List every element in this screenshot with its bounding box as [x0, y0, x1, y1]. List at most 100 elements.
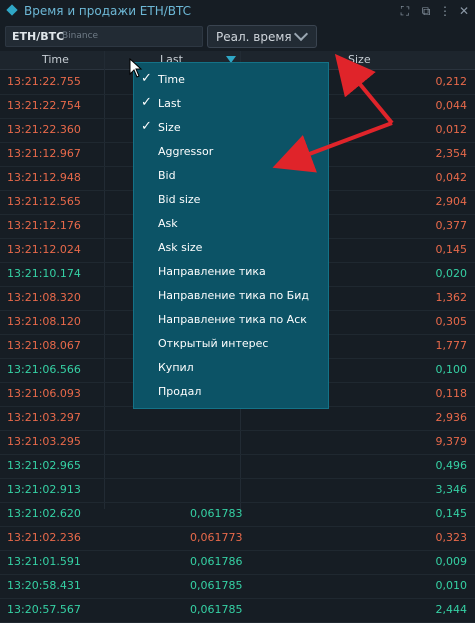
menu-item-label: Купил	[158, 361, 194, 374]
menu-item[interactable]: Купил	[134, 356, 328, 380]
menu-item-label: Продал	[158, 385, 202, 398]
cell-size: 0,145	[435, 243, 468, 256]
cell-size: 9,379	[435, 435, 468, 448]
cell-size: 0,012	[435, 123, 468, 136]
cell-time: 13:21:02.236	[7, 531, 81, 544]
menu-item[interactable]: Направление тика по Бид	[134, 284, 328, 308]
menu-item[interactable]: Bid	[134, 164, 328, 188]
menu-item-label: Aggressor	[158, 145, 214, 158]
chevron-down-icon	[293, 26, 309, 42]
menu-item-label: Size	[158, 121, 181, 134]
column-header-size[interactable]: Size	[348, 53, 371, 66]
cell-time: 13:21:02.913	[7, 483, 81, 496]
close-icon[interactable]: ✕	[456, 3, 472, 19]
cell-size: 2,904	[435, 195, 468, 208]
symbol-label: ETH/BTC	[12, 30, 65, 43]
table-row[interactable]: 13:21:02.620 0,061783 0,145	[0, 502, 475, 527]
menu-item-label: Открытый интерес	[158, 337, 269, 350]
cell-size: 0,044	[435, 99, 468, 112]
menu-item-label: Time	[158, 73, 185, 86]
cell-size: 0,323	[435, 531, 468, 544]
menu-item[interactable]: Направление тика по Аск	[134, 308, 328, 332]
menu-item[interactable]: ✓ Size	[134, 116, 328, 140]
mouse-cursor-icon	[129, 58, 143, 78]
cell-last: 0,061786	[190, 555, 243, 568]
table-row[interactable]: 13:21:02.913 3,346	[0, 478, 475, 503]
cell-time: 13:21:12.948	[7, 171, 81, 184]
cell-size: 3,346	[435, 483, 468, 496]
cell-size: 0,496	[435, 459, 468, 472]
table-row[interactable]: 13:21:02.965 0,496	[0, 454, 475, 479]
table-row[interactable]: 13:21:02.236 0,061773 0,323	[0, 526, 475, 551]
cell-size: 1,777	[435, 339, 468, 352]
cell-time: 13:21:01.591	[7, 555, 81, 568]
title-bar: Время и продажи ETH/BTC ⛶ ⧉ ⋮ ✕	[0, 0, 475, 22]
menu-item[interactable]: ✓ Time	[134, 68, 328, 92]
menu-item[interactable]: Ask	[134, 212, 328, 236]
table-row[interactable]: 13:21:01.591 0,061786 0,009	[0, 550, 475, 575]
menu-item[interactable]: Bid size	[134, 188, 328, 212]
cell-time: 13:21:06.093	[7, 387, 81, 400]
cell-time: 13:21:12.024	[7, 243, 81, 256]
cell-size: 2,936	[435, 411, 468, 424]
cell-size: 2,354	[435, 147, 468, 160]
cell-size: 0,377	[435, 219, 468, 232]
menu-item-label: Направление тика	[158, 265, 266, 278]
table-row[interactable]: 13:21:03.297 2,936	[0, 406, 475, 431]
cell-time: 13:21:22.754	[7, 99, 81, 112]
cell-time: 13:21:22.360	[7, 123, 81, 136]
cell-time: 13:21:08.120	[7, 315, 81, 328]
cell-size: 0,042	[435, 171, 468, 184]
window-title: Время и продажи ETH/BTC	[24, 4, 192, 18]
menu-item[interactable]: Aggressor	[134, 140, 328, 164]
cell-size: 0,009	[435, 555, 468, 568]
widget-icon	[6, 4, 18, 16]
menu-item-label: Ask size	[158, 241, 203, 254]
menu-item[interactable]: Продал	[134, 380, 328, 404]
column-header-time[interactable]: Time	[42, 53, 69, 66]
cell-size: 2,444	[435, 603, 468, 616]
menu-item-label: Bid	[158, 169, 176, 182]
cell-time: 13:20:57.567	[7, 603, 81, 616]
cell-time: 13:21:08.320	[7, 291, 81, 304]
table-row[interactable]: 13:20:57.567 0,061785 2,444	[0, 598, 475, 623]
table-row[interactable]: 13:21:03.295 9,379	[0, 430, 475, 455]
mode-dropdown[interactable]: Реал. время	[207, 25, 317, 48]
cell-size: 0,010	[435, 579, 468, 592]
column-context-menu: ✓ Time ✓ Last ✓ Size Aggressor Bid Bid size Ask As…	[133, 62, 329, 409]
cell-size: 0,118	[435, 387, 468, 400]
cell-time: 13:21:10.174	[7, 267, 81, 280]
cell-time: 13:21:12.176	[7, 219, 81, 232]
menu-item[interactable]: ✓ Last	[134, 92, 328, 116]
cell-size: 0,020	[435, 267, 468, 280]
cell-time: 13:21:08.067	[7, 339, 81, 352]
cell-time: 13:21:03.297	[7, 411, 81, 424]
fullscreen-icon[interactable]: ⛶	[397, 3, 413, 19]
symbol-selector[interactable]: ETH/BTC Binance	[5, 26, 203, 47]
exchange-label: Binance	[62, 31, 99, 41]
link-icon[interactable]: ⧉	[418, 3, 434, 19]
cell-size: 0,212	[435, 75, 468, 88]
cell-size: 1,362	[435, 291, 468, 304]
menu-item-label: Ask	[158, 217, 178, 230]
cell-last: 0,061773	[190, 531, 243, 544]
cell-time: 13:21:06.566	[7, 363, 81, 376]
table-row[interactable]: 13:20:58.431 0,061785 0,010	[0, 574, 475, 599]
cell-time: 13:21:22.755	[7, 75, 81, 88]
menu-item-label: Bid size	[158, 193, 201, 206]
cell-time: 13:21:12.967	[7, 147, 81, 160]
checkmark-icon: ✓	[141, 119, 152, 134]
menu-item[interactable]: Ask size	[134, 236, 328, 260]
menu-item[interactable]: Направление тика	[134, 260, 328, 284]
menu-item-label: Last	[158, 97, 181, 110]
cell-last: 0,061785	[190, 579, 243, 592]
cell-size: 0,305	[435, 315, 468, 328]
menu-item[interactable]: Открытый интерес	[134, 332, 328, 356]
settings-icon[interactable]: ⋮	[437, 3, 453, 19]
cell-time: 13:21:02.965	[7, 459, 81, 472]
mode-label: Реал. время	[216, 30, 292, 44]
cell-time: 13:20:58.431	[7, 579, 81, 592]
cell-size: 0,100	[435, 363, 468, 376]
cell-time: 13:21:12.565	[7, 195, 81, 208]
menu-item-label: Направление тика по Аск	[158, 313, 307, 326]
